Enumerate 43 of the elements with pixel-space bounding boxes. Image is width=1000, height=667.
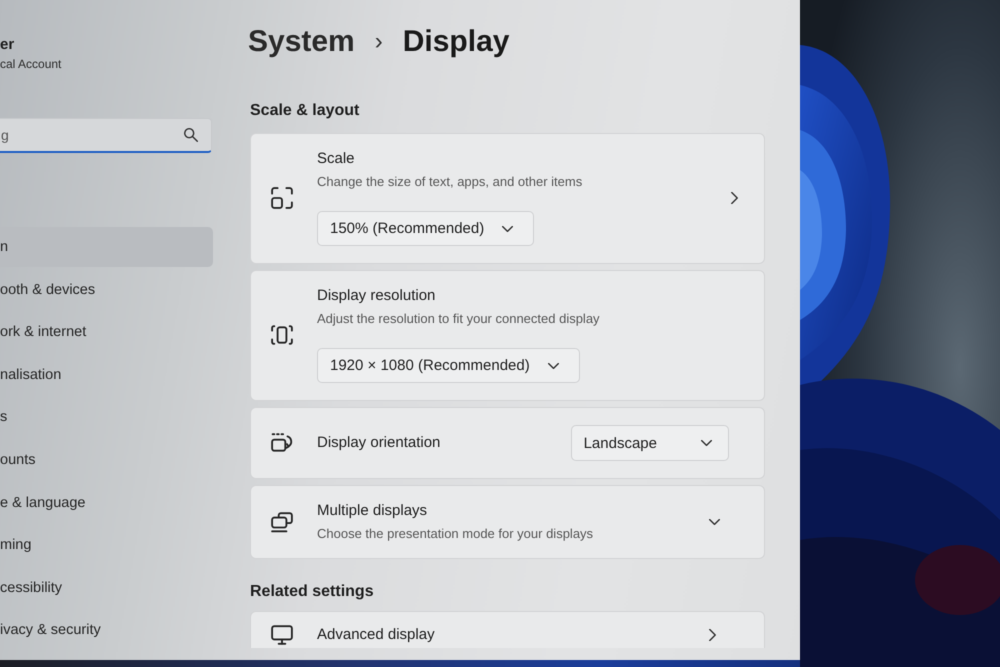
account-type: cal Account <box>0 56 62 72</box>
chevron-down-icon <box>548 362 559 368</box>
setting-description: Choose the presentation mode for your displays <box>317 525 594 543</box>
search-field[interactable]: g <box>0 118 212 153</box>
setting-title: Scale <box>317 149 355 169</box>
setting-card[interactable]: Multiple displays Choose the presentation mode for your displays <box>250 485 765 559</box>
nav-item[interactable]: ooth & devices <box>0 270 213 310</box>
setting-card[interactable]: Scale Change the size of text, apps, and other items 150% (Recommended) <box>250 133 765 264</box>
search-icon <box>184 128 198 142</box>
page-title: Display <box>402 24 510 60</box>
setting-title: Multiple displays <box>317 501 428 521</box>
setting-title: Display orientation <box>317 433 440 453</box>
nav-item[interactable]: n <box>0 227 213 267</box>
nav-item[interactable]: nalisation <box>0 354 213 395</box>
nav-item[interactable]: ivacy & security <box>0 610 213 650</box>
dropdown[interactable]: 150% (Recommended) <box>317 211 534 246</box>
monitor-icon <box>271 624 293 646</box>
chevron-right-icon <box>731 192 738 204</box>
fit-screen-icon <box>271 324 293 346</box>
chevron-down-icon <box>502 226 514 232</box>
setting-title: Advanced display <box>317 625 435 645</box>
nav-item[interactable]: e & language <box>0 482 213 523</box>
resize-icon <box>271 186 293 208</box>
section-title: Related settings <box>250 582 374 602</box>
nav-item[interactable]: ork & internet <box>0 312 213 352</box>
rotate-screen-icon <box>271 432 293 454</box>
account-name: er <box>0 36 14 54</box>
breadcrumb-separator: › <box>374 27 383 57</box>
setting-title: Display resolution <box>317 286 436 306</box>
dropdown[interactable]: Landscape <box>570 425 729 461</box>
section-title: Scale & layout <box>250 101 360 121</box>
nav-item[interactable]: ounts <box>0 440 213 480</box>
two-monitors-icon <box>271 511 293 533</box>
setting-description: Adjust the resolution to fit your connected display <box>317 310 600 328</box>
breadcrumb-parent[interactable]: System <box>248 22 355 62</box>
chevron-right-icon <box>709 629 716 641</box>
setting-card[interactable]: Advanced display <box>250 611 765 648</box>
nav-item[interactable]: cessibility <box>0 568 213 608</box>
nav-item[interactable]: s <box>0 397 213 438</box>
nav-item[interactable]: ming <box>0 525 213 566</box>
chevron-down-icon <box>701 440 712 446</box>
dropdown[interactable]: 1920 × 1080 (Recommended) <box>317 348 580 383</box>
setting-description: Change the size of text, apps, and other items <box>317 173 582 191</box>
